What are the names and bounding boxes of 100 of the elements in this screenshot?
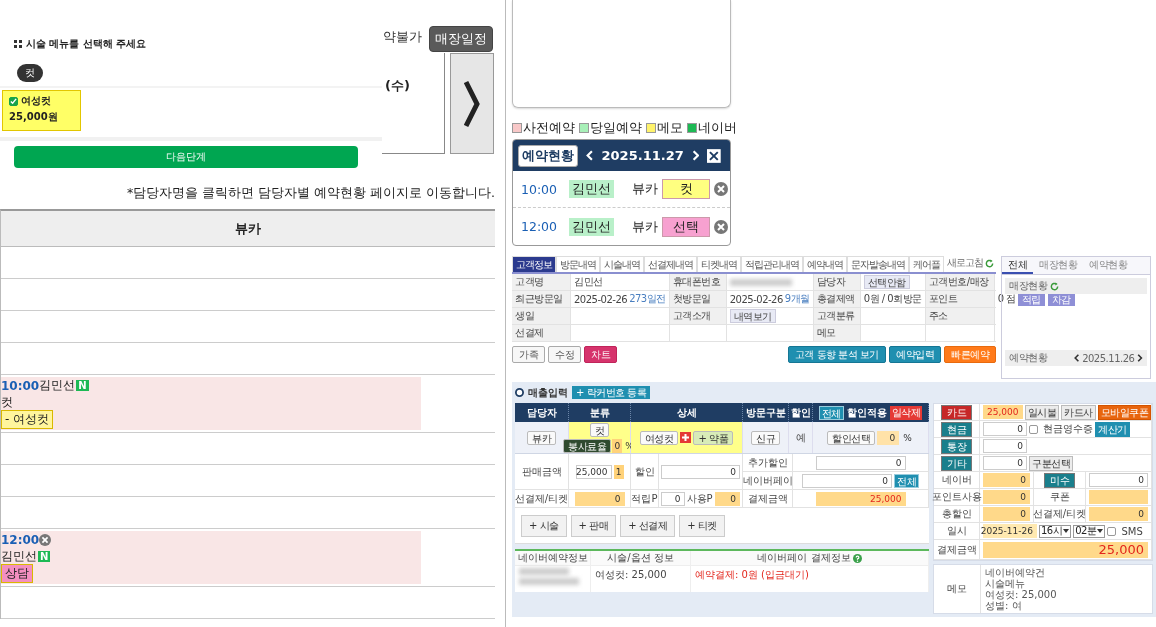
payment-option-button[interactable]: 구분선택 bbox=[1029, 455, 1073, 471]
category-chip[interactable]: 컷 bbox=[17, 64, 43, 82]
amount-field[interactable]: 0 bbox=[983, 439, 1027, 453]
payment-method-button[interactable]: 카드 bbox=[941, 404, 972, 420]
minute-select[interactable]: 02분 bbox=[1073, 524, 1106, 538]
hour-select[interactable]: 16시 bbox=[1039, 524, 1072, 538]
booking-block[interactable]: 12:00 김민선 N 상담 bbox=[1, 531, 421, 584]
store-schedule-button[interactable]: 매장일정 bbox=[429, 26, 493, 52]
section-title: 매장현황 bbox=[1009, 279, 1047, 293]
info-button[interactable]: 선택안함 bbox=[863, 275, 910, 289]
payment-method-button[interactable]: 기타 bbox=[941, 455, 972, 471]
column-header: 방문구분 bbox=[745, 405, 786, 420]
discount-rate-field[interactable]: 0 bbox=[877, 430, 900, 445]
tab[interactable]: 예약내역 bbox=[803, 256, 847, 272]
amount-field[interactable]: 0 bbox=[983, 456, 1027, 470]
prepaid-field[interactable]: 0 bbox=[574, 491, 625, 506]
tab[interactable]: 선결제내역 bbox=[644, 256, 697, 272]
add-button[interactable]: + 선결제 bbox=[620, 514, 676, 537]
amount-field[interactable]: 0 bbox=[983, 490, 1030, 504]
next-icon[interactable] bbox=[1137, 354, 1143, 362]
payment-method-button[interactable]: 현금 bbox=[941, 421, 972, 437]
amount-field[interactable]: 0 bbox=[1089, 473, 1148, 487]
customer-name[interactable]: 김민선 bbox=[569, 217, 614, 236]
refresh-icon[interactable] bbox=[985, 258, 994, 268]
checkbox[interactable] bbox=[9, 96, 18, 106]
memo-field[interactable]: 네이버예약건 시술메뉴 여성컷: 25,000 성별: 여 bbox=[980, 565, 1152, 613]
delete-button[interactable]: 일삭제 bbox=[889, 405, 923, 420]
tab[interactable]: 시술내역 bbox=[600, 256, 644, 272]
checkbox[interactable] bbox=[1107, 526, 1117, 536]
action-button[interactable]: 수정 bbox=[548, 346, 581, 363]
reservation-date: 2025.11.27 bbox=[601, 148, 684, 163]
tab[interactable]: 문자발송내역 bbox=[847, 256, 909, 272]
action-button[interactable]: 가족 bbox=[512, 346, 545, 363]
info-button[interactable]: 내역보기 bbox=[729, 309, 776, 323]
extra-discount-field[interactable]: 0 bbox=[815, 455, 906, 470]
add-icon[interactable] bbox=[680, 432, 692, 443]
payment-option-button[interactable]: 계산기 bbox=[1095, 421, 1130, 437]
add-button[interactable]: + 판매 bbox=[570, 514, 617, 537]
action-button[interactable]: 고객 동향 분석 보기 bbox=[787, 346, 886, 363]
next-date-button[interactable] bbox=[450, 53, 494, 154]
amount-field[interactable]: 25,000 bbox=[983, 405, 1023, 419]
help-icon[interactable] bbox=[852, 553, 862, 563]
remove-icon[interactable] bbox=[39, 533, 52, 546]
notice-text: *담당자명을 클릭하면 담당자별 예약현황 페이지로 이동합니다. bbox=[125, 185, 496, 202]
tab[interactable]: 예약현황 bbox=[1083, 257, 1133, 274]
payment-method-button[interactable]: 미수 bbox=[1044, 472, 1075, 488]
refresh-link[interactable]: 새로고침 bbox=[945, 256, 996, 272]
caret-icon bbox=[1097, 529, 1104, 533]
visit-type-button[interactable]: 신규 bbox=[751, 430, 780, 445]
discount-select-button[interactable]: 할인선택 bbox=[827, 430, 876, 445]
amount-field[interactable]: 0 bbox=[983, 507, 1030, 521]
remove-icon[interactable] bbox=[714, 182, 728, 196]
payment-status: 예약결제: 0원 (입금대기) bbox=[695, 568, 810, 582]
reservation-title-button[interactable]: 예약현황 bbox=[518, 144, 578, 167]
tab[interactable]: 고객정보 bbox=[512, 256, 556, 272]
tab[interactable]: 전체 bbox=[1002, 257, 1033, 274]
discount-field[interactable]: 0 bbox=[661, 464, 740, 479]
close-icon[interactable] bbox=[707, 148, 721, 163]
use-points-field[interactable]: 0 bbox=[714, 491, 740, 506]
naverpay-all-button[interactable]: 전체 bbox=[894, 473, 919, 488]
sale-amount-field[interactable]: 25,000 bbox=[575, 464, 612, 479]
service-fee-button[interactable]: 봉사료율 bbox=[563, 438, 612, 453]
payment-option-button[interactable]: 일시불 bbox=[1024, 404, 1059, 420]
previous-icon[interactable] bbox=[1073, 354, 1080, 362]
tab[interactable]: 매장현황 bbox=[1033, 257, 1083, 274]
customer-name[interactable]: 김민선 bbox=[1, 548, 37, 565]
staff-button[interactable]: 뷰카 bbox=[527, 430, 556, 445]
booking-block[interactable]: 10:00김민선 N 컷 - 여성컷 bbox=[1, 377, 421, 430]
detail-button[interactable]: 여성컷 bbox=[639, 430, 679, 445]
service-item: 상담 bbox=[1, 564, 33, 583]
action-button[interactable]: 예약입력 bbox=[889, 346, 941, 363]
action-button[interactable]: 차트 bbox=[584, 346, 617, 363]
tab[interactable]: 적립관리내역 bbox=[741, 256, 803, 272]
staff-column-header[interactable]: 뷰카 bbox=[1, 211, 495, 247]
add-button[interactable]: + 시술 bbox=[521, 514, 567, 537]
add-button[interactable]: + 티켓 bbox=[679, 514, 725, 537]
payment-method-button[interactable]: 통장 bbox=[941, 438, 972, 454]
naverpay-field[interactable]: 0 bbox=[802, 473, 892, 488]
info-cell bbox=[860, 325, 925, 341]
checkbox[interactable] bbox=[1029, 424, 1038, 434]
payment-option-button[interactable]: 카드사 bbox=[1061, 404, 1096, 420]
remove-icon[interactable] bbox=[714, 219, 728, 234]
customer-name[interactable]: 김민선 bbox=[39, 377, 76, 394]
earn-points-field[interactable]: 0 bbox=[661, 491, 685, 506]
category-button[interactable]: 컷 bbox=[589, 422, 610, 437]
amount-field[interactable]: 0 bbox=[1089, 507, 1148, 521]
amount-field[interactable]: 0 bbox=[983, 422, 1027, 436]
menu-card[interactable]: 여성컷 25,000원 bbox=[2, 90, 81, 131]
medicine-button[interactable]: + 약품 bbox=[693, 430, 734, 445]
amount-field[interactable] bbox=[1089, 490, 1148, 504]
tab[interactable]: 티켓내역 bbox=[697, 256, 741, 272]
checkbox-label: 현금영수증 bbox=[1043, 422, 1093, 436]
discount-all-button[interactable]: 전체 bbox=[818, 405, 844, 420]
amount-field[interactable]: 0 bbox=[983, 473, 1030, 487]
customer-name[interactable]: 김민선 bbox=[569, 180, 614, 198]
tab[interactable]: 케어플 bbox=[909, 256, 944, 272]
refresh-icon[interactable] bbox=[1050, 281, 1059, 291]
locker-button[interactable]: + 락커번호 등록 bbox=[572, 386, 651, 399]
tab[interactable]: 방문내역 bbox=[556, 256, 600, 272]
date-field[interactable]: 2025-11-26 bbox=[983, 524, 1037, 538]
